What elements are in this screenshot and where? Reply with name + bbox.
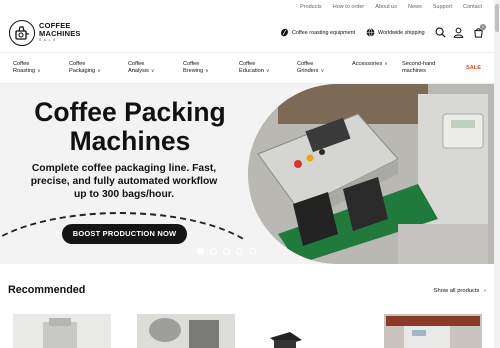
chevron-down-icon: ∨: [265, 68, 270, 74]
brand-sub: SALE: [39, 38, 58, 42]
topbar-link-contact[interactable]: Contact: [463, 4, 482, 10]
nav-item-coffee-roasting[interactable]: Coffee Roasting ∨: [13, 61, 41, 75]
chevron-down-icon: ∨: [205, 68, 209, 74]
nav-item-coffee-education[interactable]: Coffee Education ∨: [239, 61, 270, 75]
hero-subtitle-line2: precise, and fully automated workflow: [30, 176, 218, 187]
product-card-image[interactable]: [262, 314, 360, 348]
topbar-link-how-to-order[interactable]: How to order: [333, 4, 365, 10]
nav-item-line2: Packaging: [69, 68, 96, 74]
nav-item-coffee-brewing[interactable]: Coffee Brewing ∨: [183, 61, 209, 75]
cart-icon[interactable]: 0: [472, 24, 486, 38]
scrollbar-thumb[interactable]: [495, 4, 499, 32]
nav-item-line1: Coffee: [69, 61, 86, 67]
hero-title-line2: Machines: [69, 126, 191, 156]
chevron-down-icon: ∨: [384, 61, 388, 67]
product-card-image[interactable]: [13, 314, 111, 348]
carousel-dot[interactable]: [223, 248, 230, 255]
globe-icon: [366, 28, 375, 37]
roaster-logo-icon[interactable]: [9, 20, 35, 46]
carousel-dot[interactable]: [197, 248, 204, 255]
chevron-down-icon: ∨: [37, 68, 41, 74]
topbar-link-news[interactable]: News: [408, 4, 422, 10]
boost-production-button[interactable]: BOOST PRODUCTION NOW: [62, 224, 187, 244]
site-header: COFFEE MACHINES SALE Coffee roasting equ…: [0, 14, 494, 52]
show-all-products-link[interactable]: Show all products ›: [434, 288, 486, 294]
top-utility-bar: Products How to order About us News Supp…: [0, 0, 494, 14]
page-scrollbar[interactable]: [494, 0, 500, 348]
nav-item-line2: Education: [239, 68, 264, 74]
nav-item-coffee-packaging[interactable]: Coffee Packaging ∨: [69, 61, 101, 75]
worldwide-shipping-label: Worldwide shipping: [378, 29, 425, 36]
hero-subtitle-line3: up to 300 bags/hour.: [73, 189, 175, 200]
nav-item-line2: Roasting: [13, 68, 36, 74]
brand-line-2: MACHINES: [39, 29, 81, 38]
chevron-down-icon: ∨: [320, 68, 325, 74]
carousel-dot[interactable]: [249, 248, 256, 255]
hero-title: Coffee Packing Machines: [0, 98, 260, 156]
user-account-icon[interactable]: [452, 26, 464, 38]
chevron-right-icon: ›: [484, 288, 486, 294]
product-card-image[interactable]: [137, 314, 235, 348]
nav-item-line1: Coffee: [13, 61, 30, 67]
nav-item-line1: Coffee: [239, 61, 256, 67]
topbar-link-about[interactable]: About us: [375, 4, 397, 10]
nav-item-accessories[interactable]: Accessories ∨: [352, 61, 388, 68]
main-nav: Coffee Roasting ∨ Coffee Packaging ∨ Coffe…: [0, 52, 494, 84]
hero-subtitle-line1: Complete coffee packaging line. Fast,: [31, 163, 217, 174]
hero-subtitle: Complete coffee packaging line. Fast, pr…: [0, 162, 248, 201]
topbar-link-support[interactable]: Support: [433, 4, 452, 10]
nav-item-line2: Analysis: [128, 68, 149, 74]
nav-item-second-hand[interactable]: Second-hand machines: [402, 61, 435, 75]
chevron-down-icon: ∨: [150, 68, 155, 74]
recommended-heading: Recommended: [8, 284, 86, 296]
worldwide-shipping-link[interactable]: Worldwide shipping: [366, 28, 425, 37]
nav-item-line1: Accessories: [352, 61, 383, 67]
nav-item-line1: Coffee: [128, 61, 145, 67]
coffee-bean-icon: [281, 28, 288, 37]
roasting-equipment-link[interactable]: Coffee roasting equipment: [280, 28, 355, 37]
hero-banner[interactable]: Coffee Packing Machines Complete coffee …: [0, 84, 494, 264]
nav-item-line1: Second-hand: [402, 61, 436, 67]
cart-count-badge: 0: [480, 24, 486, 30]
nav-item-coffee-analysis[interactable]: Coffee Analysis ∨: [128, 61, 155, 75]
product-card-image[interactable]: [384, 314, 482, 348]
brand-name[interactable]: COFFEE MACHINES SALE: [39, 22, 81, 43]
carousel-dots: [197, 248, 256, 255]
show-all-label: Show all products: [433, 288, 480, 294]
roasting-equipment-label: Coffee roasting equipment: [292, 29, 356, 36]
nav-item-sale[interactable]: SALE: [466, 65, 481, 72]
nav-item-line2: Grinders: [297, 68, 319, 74]
nav-item-coffee-grinders[interactable]: Coffee Grinders ∨: [297, 61, 324, 75]
hero-title-line1: Coffee Packing: [34, 97, 226, 127]
nav-item-line2: Brewing: [183, 68, 204, 74]
carousel-dot[interactable]: [236, 248, 243, 255]
topbar-link-products[interactable]: Products: [300, 4, 322, 10]
chevron-down-icon: ∨: [97, 68, 101, 74]
packing-machine-image: [248, 84, 494, 264]
nav-item-line1: Coffee: [183, 61, 200, 67]
nav-item-line2: machines: [402, 68, 426, 74]
search-icon[interactable]: [434, 26, 446, 38]
carousel-dot[interactable]: [210, 248, 217, 255]
nav-item-line1: Coffee: [297, 61, 314, 67]
